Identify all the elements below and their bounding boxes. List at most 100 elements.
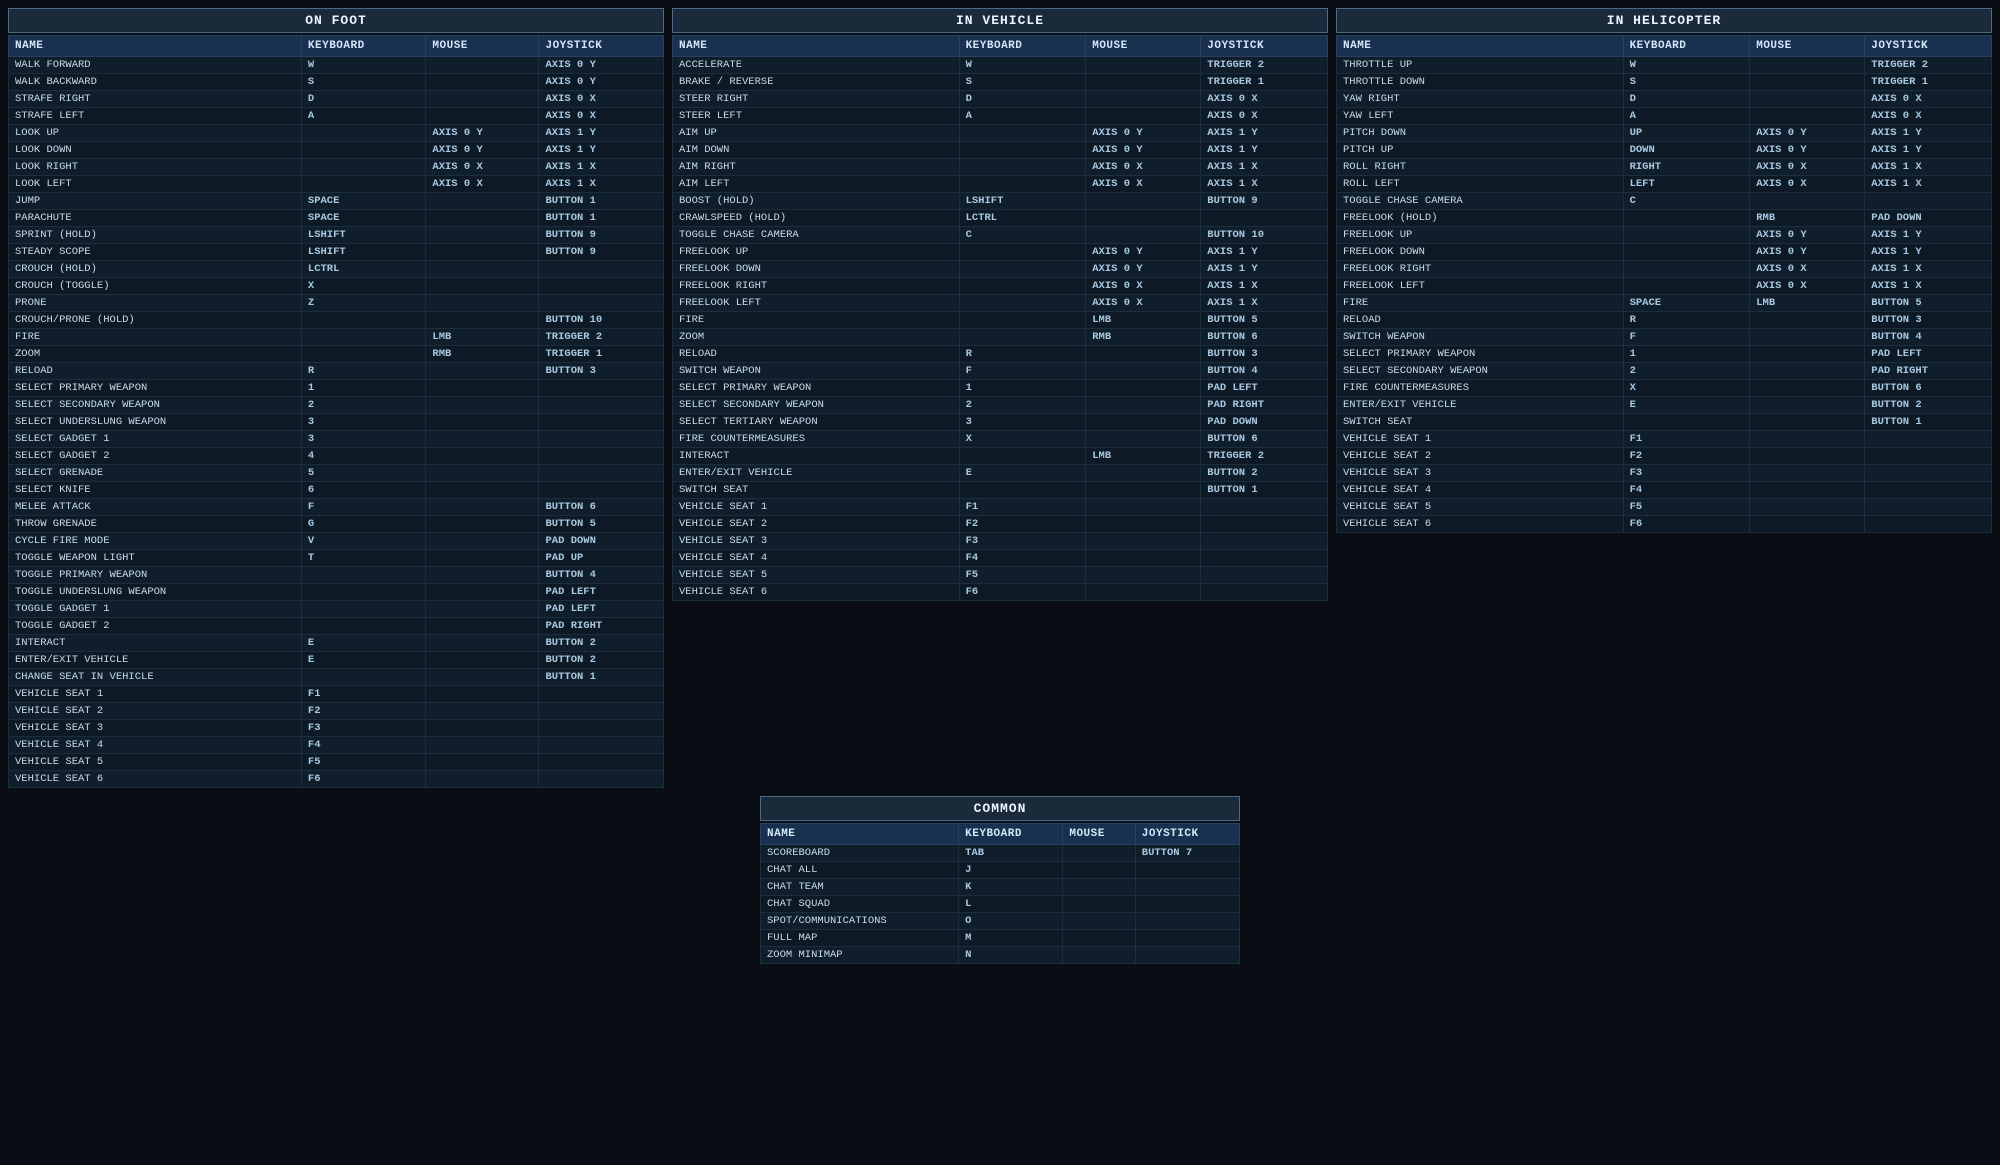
action-name: TOGGLE GADGET 1 (9, 601, 302, 618)
mouse-binding (426, 312, 539, 329)
mouse-binding (1750, 91, 1865, 108)
mouse-binding: AXIS 0 Y (1086, 125, 1201, 142)
bottom-row: COMMON NAME KEYBOARD MOUSE JOYSTICK SCOR… (8, 796, 1992, 964)
mouse-binding: AXIS 0 Y (1086, 261, 1201, 278)
keyboard-binding: 4 (301, 448, 426, 465)
action-name: VEHICLE SEAT 4 (1337, 482, 1624, 499)
in-vehicle-col-name: NAME (673, 36, 960, 57)
action-name: CHAT ALL (761, 862, 959, 879)
keyboard-binding: 1 (1623, 346, 1750, 363)
mouse-binding (1063, 930, 1135, 947)
joystick-binding: BUTTON 3 (539, 363, 664, 380)
keyboard-binding (301, 176, 426, 193)
mouse-binding (1063, 913, 1135, 930)
table-row: SELECT GADGET 24 (9, 448, 664, 465)
table-row: SPOT/COMMUNICATIONSO (761, 913, 1240, 930)
mouse-binding (426, 669, 539, 686)
keyboard-binding: F2 (301, 703, 426, 720)
table-row: SELECT UNDERSLUNG WEAPON3 (9, 414, 664, 431)
keyboard-binding: F (301, 499, 426, 516)
table-row: AIM DOWNAXIS 0 YAXIS 1 Y (673, 142, 1328, 159)
action-name: STEER RIGHT (673, 91, 960, 108)
keyboard-binding: X (301, 278, 426, 295)
joystick-binding (1201, 533, 1328, 550)
joystick-binding: PAD LEFT (539, 584, 664, 601)
table-row: SWITCH SEATBUTTON 1 (1337, 414, 1992, 431)
keyboard-binding (301, 669, 426, 686)
table-row: THROW GRENADEGBUTTON 5 (9, 516, 664, 533)
action-name: TOGGLE UNDERSLUNG WEAPON (9, 584, 302, 601)
mouse-binding (1086, 567, 1201, 584)
mouse-binding (1750, 193, 1865, 210)
action-name: FIRE (1337, 295, 1624, 312)
mouse-binding (1086, 74, 1201, 91)
table-row: RELOADRBUTTON 3 (9, 363, 664, 380)
mouse-binding (1086, 550, 1201, 567)
action-name: FIRE (9, 329, 302, 346)
keyboard-binding: C (1623, 193, 1750, 210)
table-row: VEHICLE SEAT 3F3 (1337, 465, 1992, 482)
table-row: LOOK DOWNAXIS 0 YAXIS 1 Y (9, 142, 664, 159)
table-row: ENTER/EXIT VEHICLEEBUTTON 2 (673, 465, 1328, 482)
in-helicopter-section: IN HELICOPTER NAME KEYBOARD MOUSE JOYSTI… (1336, 8, 1992, 533)
in-vehicle-col-mouse: MOUSE (1086, 36, 1201, 57)
mouse-binding (1063, 896, 1135, 913)
mouse-binding (426, 363, 539, 380)
mouse-binding (426, 771, 539, 788)
joystick-binding: AXIS 1 X (1201, 159, 1328, 176)
mouse-binding (1750, 346, 1865, 363)
table-row: ENTER/EXIT VEHICLEEBUTTON 2 (9, 652, 664, 669)
table-row: FIRESPACELMBBUTTON 5 (1337, 295, 1992, 312)
keyboard-binding: LSHIFT (959, 193, 1086, 210)
table-row: STEER LEFTAAXIS 0 X (673, 108, 1328, 125)
mouse-binding (426, 210, 539, 227)
keyboard-binding: LSHIFT (301, 227, 426, 244)
in-helicopter-col-joystick: JOYSTICK (1865, 36, 1992, 57)
joystick-binding: TRIGGER 2 (1201, 448, 1328, 465)
joystick-binding: BUTTON 1 (1865, 414, 1992, 431)
mouse-binding: AXIS 0 Y (1086, 244, 1201, 261)
keyboard-binding: X (1623, 380, 1750, 397)
joystick-binding: AXIS 1 Y (539, 142, 664, 159)
mouse-binding (1750, 516, 1865, 533)
keyboard-binding: F2 (959, 516, 1086, 533)
table-row: TOGGLE WEAPON LIGHTTPAD UP (9, 550, 664, 567)
action-name: VEHICLE SEAT 4 (9, 737, 302, 754)
table-row: CROUCH (TOGGLE)X (9, 278, 664, 295)
table-row: STEER RIGHTDAXIS 0 X (673, 91, 1328, 108)
on-foot-col-joystick: JOYSTICK (539, 36, 664, 57)
joystick-binding: BUTTON 2 (1865, 397, 1992, 414)
in-helicopter-col-name: NAME (1337, 36, 1624, 57)
action-name: ROLL RIGHT (1337, 159, 1624, 176)
action-name: PITCH UP (1337, 142, 1624, 159)
table-row: SELECT PRIMARY WEAPON1PAD LEFT (673, 380, 1328, 397)
keyboard-binding: W (1623, 57, 1750, 74)
mouse-binding (426, 91, 539, 108)
action-name: VEHICLE SEAT 6 (673, 584, 960, 601)
table-row: PARACHUTESPACEBUTTON 1 (9, 210, 664, 227)
table-row: CRAWLSPEED (HOLD)LCTRL (673, 210, 1328, 227)
keyboard-binding: V (301, 533, 426, 550)
table-row: AIM LEFTAXIS 0 XAXIS 1 X (673, 176, 1328, 193)
mouse-binding (426, 550, 539, 567)
keyboard-binding: LSHIFT (301, 244, 426, 261)
on-foot-col-mouse: MOUSE (426, 36, 539, 57)
mouse-binding (1750, 397, 1865, 414)
action-name: AIM UP (673, 125, 960, 142)
mouse-binding (426, 652, 539, 669)
action-name: RELOAD (9, 363, 302, 380)
mouse-binding (426, 516, 539, 533)
action-name: FREELOOK LEFT (1337, 278, 1624, 295)
joystick-binding: BUTTON 4 (539, 567, 664, 584)
mouse-binding: AXIS 0 X (1086, 278, 1201, 295)
joystick-binding: AXIS 1 Y (1201, 261, 1328, 278)
joystick-binding (1865, 516, 1992, 533)
joystick-binding: BUTTON 9 (539, 244, 664, 261)
action-name: SELECT PRIMARY WEAPON (1337, 346, 1624, 363)
table-row: FREELOOK (HOLD)RMBPAD DOWN (1337, 210, 1992, 227)
table-row: VEHICLE SEAT 5F5 (9, 754, 664, 771)
joystick-binding (539, 278, 664, 295)
keyboard-binding: A (959, 108, 1086, 125)
table-row: THROTTLE DOWNSTRIGGER 1 (1337, 74, 1992, 91)
table-row: VEHICLE SEAT 1F1 (9, 686, 664, 703)
